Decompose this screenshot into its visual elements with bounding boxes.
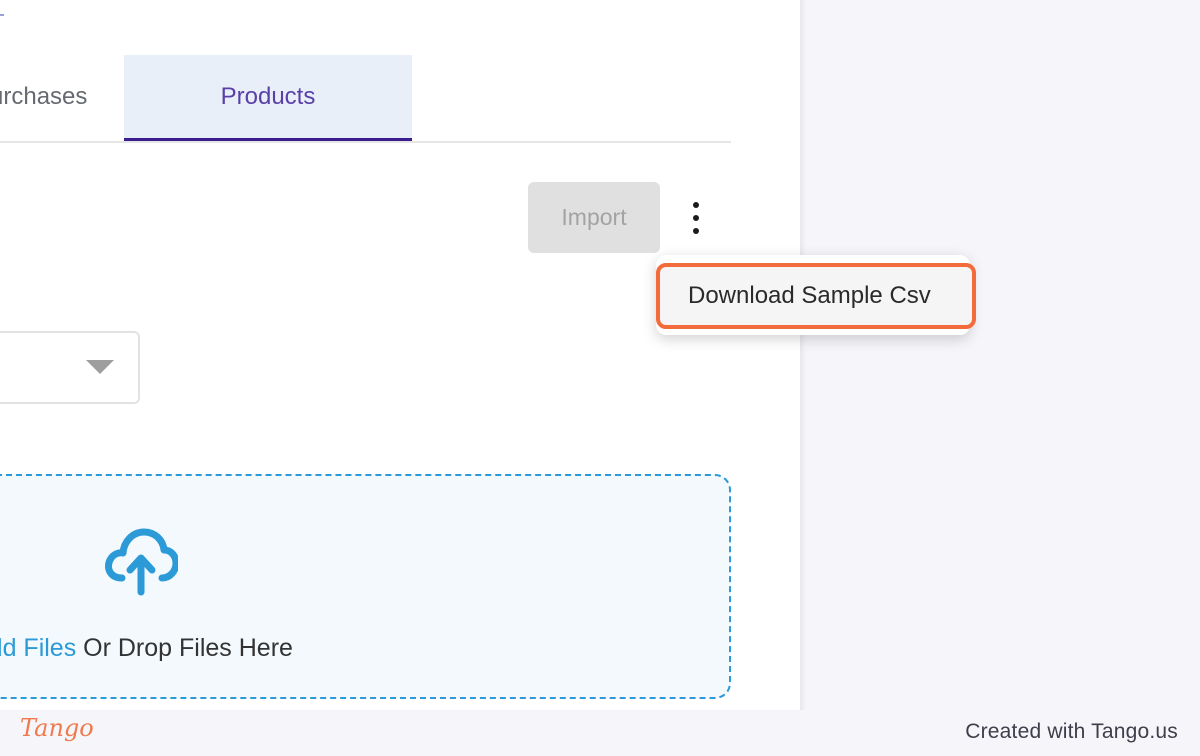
panel-shadow [800,0,806,710]
cloud-upload-icon[interactable] [104,526,178,596]
tab-purchases[interactable]: Purchases [0,55,124,141]
top-divider [0,14,4,16]
tabs-divider [0,141,731,143]
kebab-dot [693,202,699,208]
footer-credit: Created with Tango.us [965,720,1178,743]
drop-files-label: Or Drop Files Here [76,634,293,662]
tab-products[interactable]: Products [124,55,412,141]
kebab-dot [693,215,699,221]
select-dropdown[interactable] [0,331,140,404]
caret-down-icon[interactable] [86,360,114,374]
add-files-link[interactable]: Add Files [0,634,76,662]
main-panel: Purchases Products Import Add Files Or D… [0,0,800,710]
tab-purchases-label: Purchases [0,83,88,110]
kebab-dot [693,228,699,234]
tab-products-label: Products [220,83,316,110]
dropzone-text: Add Files Or Drop Files Here [0,634,293,663]
import-button[interactable]: Import [528,182,660,253]
tango-logo: Tango [20,714,94,742]
menu-item-download-sample-csv[interactable]: Download Sample Csv [656,263,976,329]
kebab-vertical-icon[interactable] [682,198,710,238]
